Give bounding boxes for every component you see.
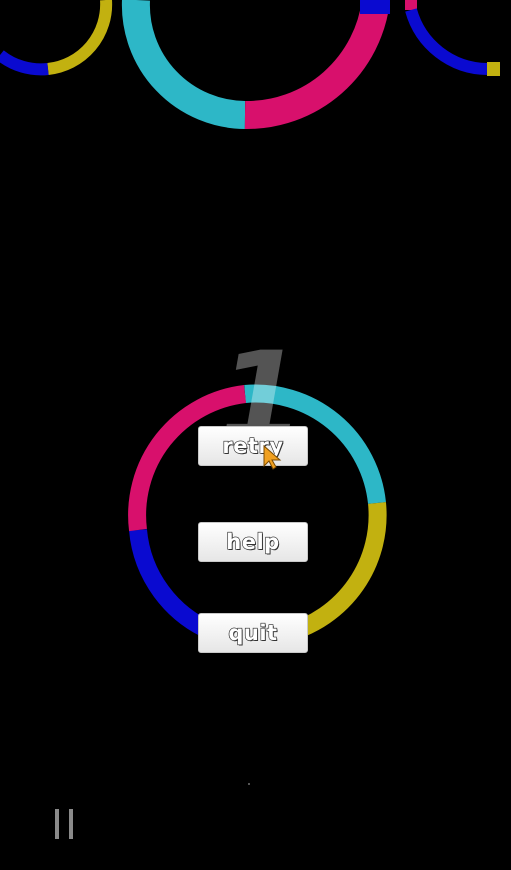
center-dot	[248, 783, 250, 785]
top-color-ring	[121, 0, 390, 130]
ring-segment-magenta	[244, 0, 390, 130]
pause-button[interactable]	[48, 806, 80, 842]
ring-segment-blue	[360, 0, 390, 14]
ring-segment-cyan	[121, 0, 246, 129]
pause-icon	[55, 809, 59, 839]
retry-button[interactable]: retry	[198, 426, 308, 466]
top-left-ring	[0, 0, 113, 76]
pause-icon	[69, 809, 73, 839]
quit-button[interactable]: quit	[198, 613, 308, 653]
ring-segment-blue	[0, 50, 49, 76]
quit-button-label: quit	[228, 620, 278, 645]
ring-segment-blue	[405, 8, 488, 75]
retry-button-label: retry	[222, 433, 284, 458]
ring-segment-yellow	[47, 0, 113, 75]
top-right-ring	[405, 0, 500, 76]
help-button[interactable]: help	[198, 522, 308, 562]
help-button-label: help	[226, 529, 280, 554]
